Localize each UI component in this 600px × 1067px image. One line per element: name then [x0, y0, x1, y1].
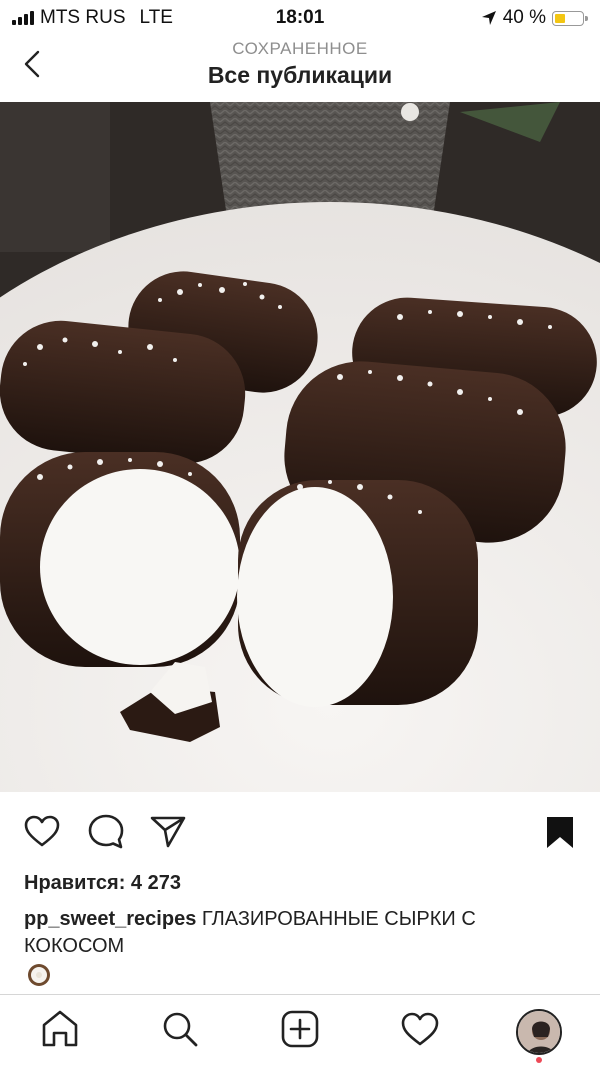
activity-icon[interactable]	[398, 1007, 442, 1051]
new-post-icon[interactable]	[278, 1007, 322, 1051]
coconut-icon	[28, 964, 50, 986]
post-caption: pp_sweet_recipes ГЛАЗИРОВАННЫЕ СЫРКИ С К…	[24, 906, 576, 960]
post-photo[interactable]	[0, 102, 600, 792]
avatar-image	[518, 1011, 560, 1053]
heart-icon[interactable]	[22, 812, 62, 852]
status-bar: MTS RUS LTE 18:01 40 %	[0, 0, 600, 34]
profile-avatar[interactable]	[516, 1009, 562, 1055]
battery-icon	[552, 10, 588, 26]
bookmark-icon[interactable]	[540, 812, 580, 852]
page-title: Все публикации	[207, 62, 393, 88]
search-icon[interactable]	[158, 1007, 202, 1051]
likes-count: Нравится: 4 273	[24, 872, 181, 894]
comment-icon[interactable]	[86, 812, 126, 852]
status-right: 40 %	[481, 7, 588, 29]
profile-notification-dot	[536, 1057, 542, 1063]
post-actions	[0, 800, 600, 860]
header-subtitle: СОХРАНЕННОЕ	[232, 39, 368, 58]
share-icon[interactable]	[148, 812, 188, 852]
home-icon[interactable]	[38, 1007, 82, 1051]
caption-username[interactable]: pp_sweet_recipes	[24, 908, 196, 930]
battery-percent: 40 %	[502, 7, 546, 28]
post-photo-illustration	[0, 102, 600, 792]
location-arrow-icon	[481, 11, 496, 25]
battery-fill	[555, 13, 565, 23]
nav-header: СОХРАНЕННОЕ Все публикации	[0, 34, 600, 102]
bottom-tab-bar	[0, 994, 600, 1067]
